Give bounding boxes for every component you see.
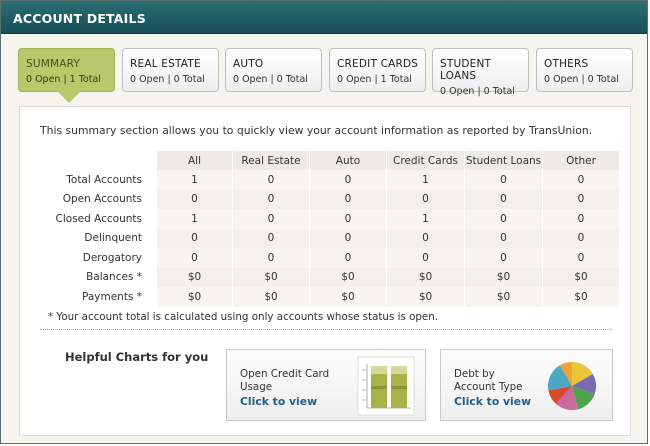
table-cell: 0 [232,170,310,190]
table-cell: 1 [156,170,233,190]
table-cell: 0 [156,248,233,268]
row-label: Payments * [40,287,157,307]
column-header: Credit Cards [386,151,465,170]
tab-count: 0 Open | 0 Total [233,74,308,85]
table-cell: 0 [464,248,543,268]
table-cell: 0 [464,209,543,229]
table-cell: 0 [542,209,620,229]
table-cell: 0 [542,248,620,268]
table-cell: 0 [542,228,620,248]
table-cell: 0 [309,209,387,229]
column-header: Auto [309,151,387,170]
row-label: Open Accounts [40,189,157,209]
table-cell: 0 [309,189,387,209]
table-cell: $0 [464,287,543,307]
pie-chart-thumbnail-icon [548,362,597,411]
table-cell: 0 [232,248,310,268]
table-cell: $0 [309,287,387,307]
tab-summary[interactable]: SUMMARY 0 Open | 1 Total [18,48,115,103]
tab-count: 0 Open | 0 Total [130,74,205,85]
click-to-view-link[interactable]: Click to view [240,395,317,408]
bar-chart-thumbnail-icon [357,356,415,416]
tab-label: OTHERS [544,58,589,70]
column-header: Student Loans [464,151,543,170]
tab-auto[interactable]: AUTO 0 Open | 0 Total [225,48,322,92]
table-cell: $0 [386,267,465,287]
table-cell: $0 [232,267,310,287]
table-cell: $0 [386,287,465,307]
table-cell: 0 [386,248,465,268]
card-title: Open Credit Card Usage [240,368,330,393]
table-cell: $0 [542,267,620,287]
table-row: Balances * $0 $0 $0 $0 $0 $0 [40,267,620,287]
open-credit-card-usage-card[interactable]: Open Credit Card Usage Click to view [226,349,426,421]
table-cell: 0 [232,189,310,209]
table-cell: 0 [386,228,465,248]
table-cell: 0 [232,228,310,248]
account-tabs: SUMMARY 0 Open | 1 Total REAL ESTATE 0 O… [18,47,633,107]
table-cell: $0 [309,267,387,287]
tab-real-estate[interactable]: REAL ESTATE 0 Open | 0 Total [122,48,219,92]
tab-label: CREDIT CARDS [337,58,419,70]
table-header-row: All Real Estate Auto Credit Cards Studen… [40,151,620,170]
tab-student-loans[interactable]: STUDENT LOANS 0 Open | 0 Total [432,48,529,97]
column-header: Other [542,151,620,170]
table-cell: $0 [464,267,543,287]
table-row: Payments * $0 $0 $0 $0 $0 $0 [40,287,620,307]
table-cell: $0 [232,287,310,307]
tab-count: 0 Open | 0 Total [544,74,619,85]
table-cell: 0 [386,189,465,209]
table-cell: $0 [156,287,233,307]
column-header: Real Estate [232,151,310,170]
table-cell: 0 [309,170,387,190]
footnote: * Your account total is calculated using… [48,311,439,323]
table-row: Delinquent 0 0 0 0 0 0 [40,228,620,248]
row-label: Balances * [40,267,157,287]
table-cell: 0 [542,189,620,209]
table-cell: $0 [156,267,233,287]
table-cell: 0 [309,228,387,248]
page-title: ACCOUNT DETAILS [1,1,647,34]
tab-credit-cards[interactable]: CREDIT CARDS 0 Open | 1 Total [329,48,426,92]
table-cell: $0 [542,287,620,307]
table-cell: 1 [386,170,465,190]
table-row: Open Accounts 0 0 0 0 0 0 [40,189,620,209]
tab-label: STUDENT LOANS [440,58,492,82]
row-label: Derogatory [40,248,157,268]
table-cell: 0 [464,170,543,190]
tab-count: 0 Open | 0 Total [440,86,515,97]
divider [40,329,612,330]
table-corner [40,151,157,170]
table-cell: 1 [386,209,465,229]
account-details-frame: ACCOUNT DETAILS SUMMARY 0 Open | 1 Total… [0,0,648,444]
summary-intro: This summary section allows you to quick… [40,124,593,137]
tab-label: SUMMARY [26,58,81,70]
column-header: All [156,151,233,170]
tab-count: 0 Open | 1 Total [337,74,412,85]
tab-others[interactable]: OTHERS 0 Open | 0 Total [536,48,633,92]
row-label: Closed Accounts [40,209,157,229]
table-row: Total Accounts 1 0 0 1 0 0 [40,170,620,190]
table-cell: 0 [156,189,233,209]
table-cell: 0 [542,170,620,190]
table-cell: 0 [464,228,543,248]
table-cell: 0 [464,189,543,209]
summary-panel: This summary section allows you to quick… [19,106,631,436]
tab-label: REAL ESTATE [130,58,201,70]
account-summary-table: All Real Estate Auto Credit Cards Studen… [40,151,620,307]
table-cell: 1 [156,209,233,229]
tab-count: 0 Open | 1 Total [26,74,101,85]
row-label: Total Accounts [40,170,157,190]
debt-by-account-type-card[interactable]: Debt by Account Type Click to view [440,349,613,421]
tab-label: AUTO [233,58,264,70]
table-cell: 0 [156,228,233,248]
row-label: Delinquent [40,228,157,248]
table-row: Closed Accounts 1 0 0 1 0 0 [40,209,620,229]
table-row: Derogatory 0 0 0 0 0 0 [40,248,620,268]
click-to-view-link[interactable]: Click to view [454,395,531,408]
helpful-charts-heading: Helpful Charts for you [65,350,209,364]
table-cell: 0 [309,248,387,268]
card-title: Debt by Account Type [454,368,523,393]
table-cell: 0 [232,209,310,229]
